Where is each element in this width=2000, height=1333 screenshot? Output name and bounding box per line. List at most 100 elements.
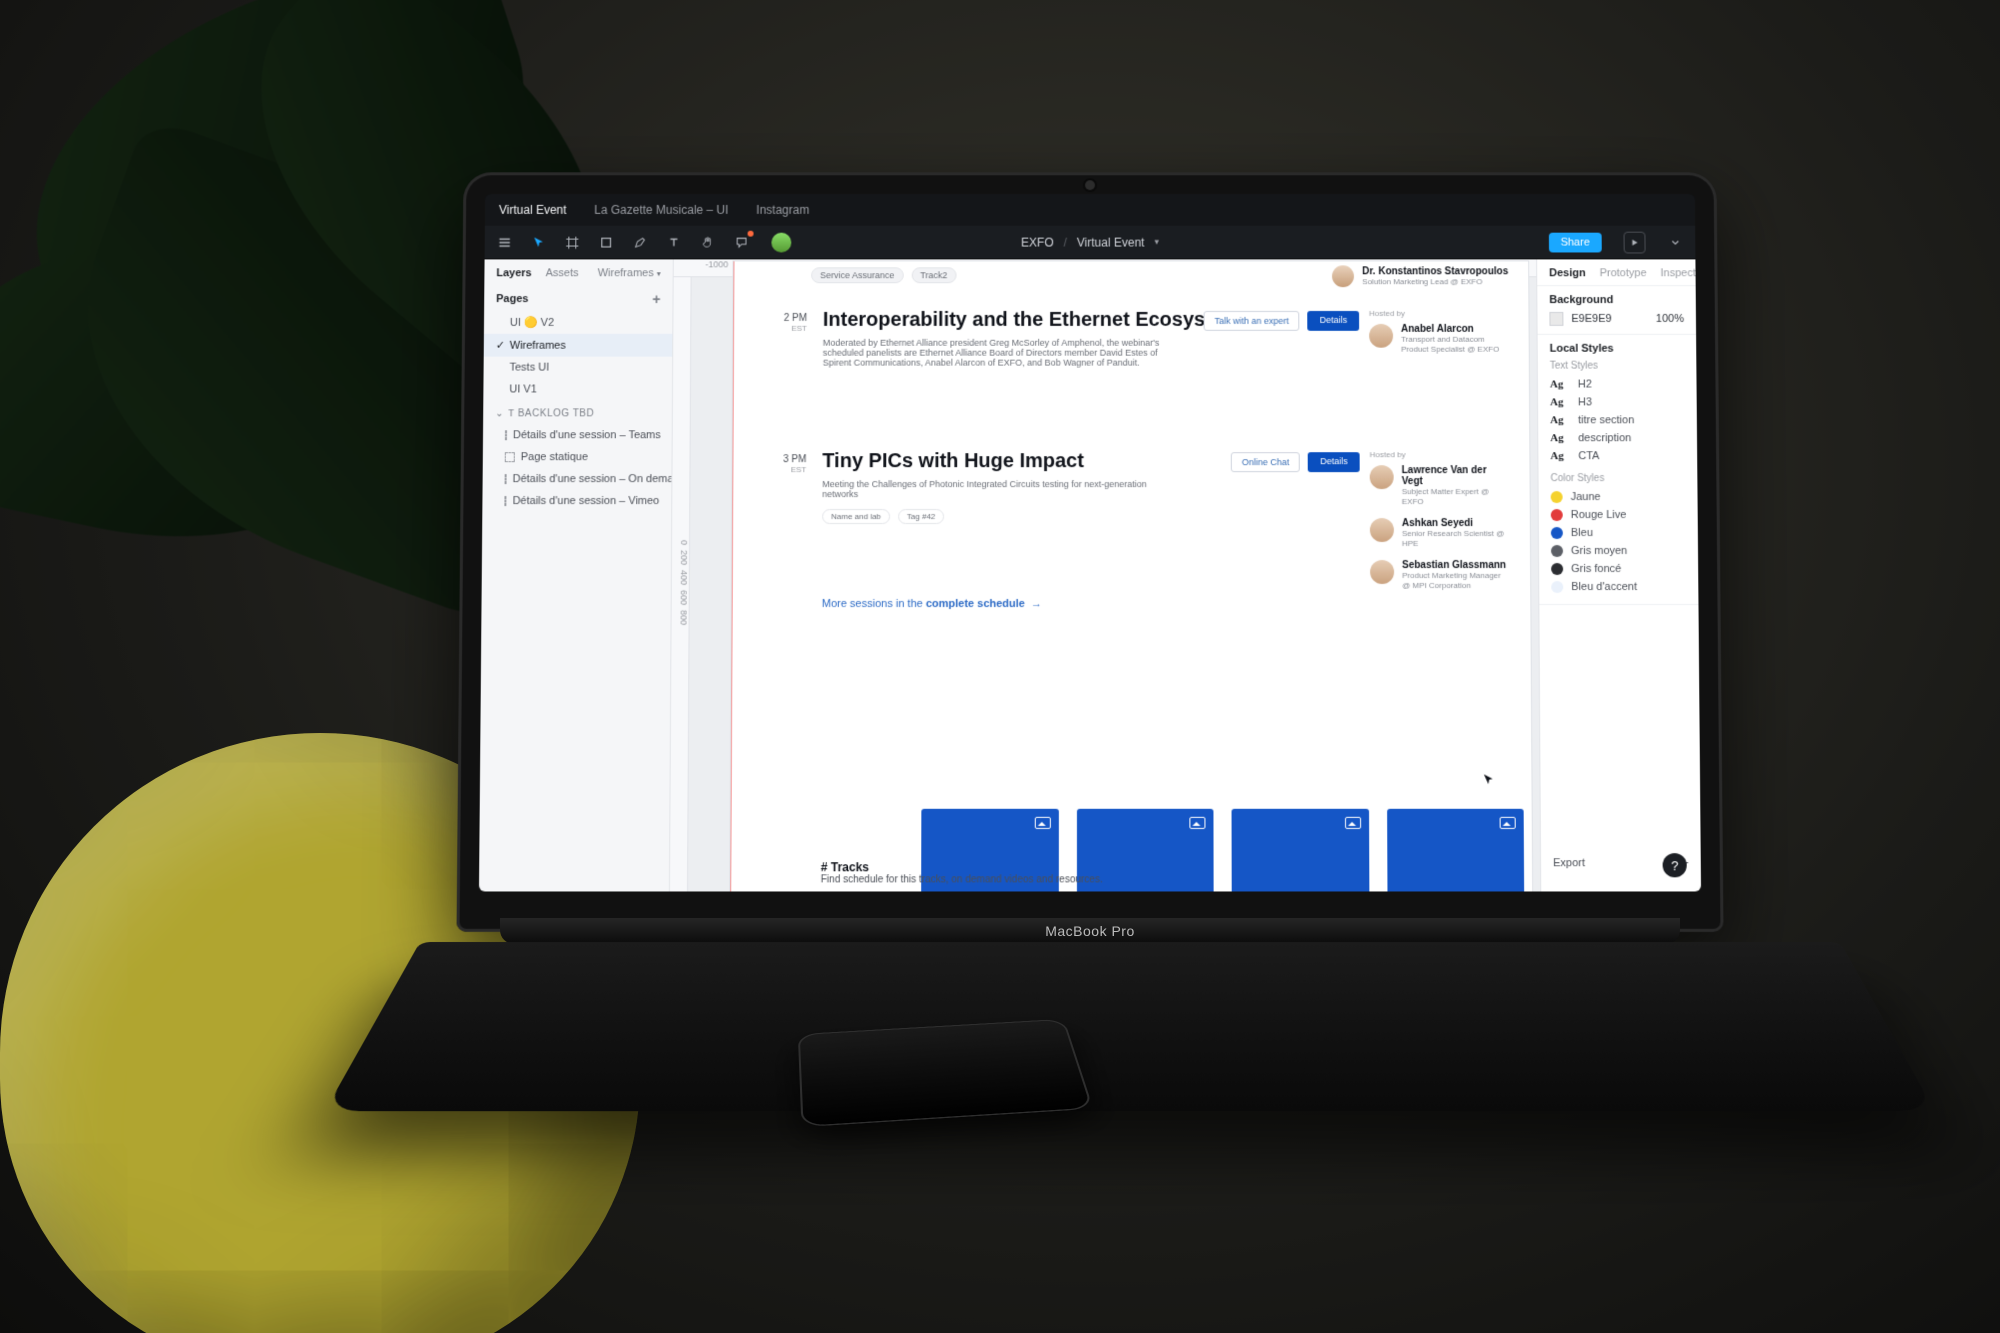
talk-expert-button[interactable]: Talk with an expert: [1204, 311, 1300, 331]
collaborator-avatar[interactable]: [771, 232, 791, 252]
tab-inspect[interactable]: Inspect: [1660, 267, 1695, 279]
hand-tool-icon[interactable]: [698, 232, 718, 252]
host-name: Ashkan Seyedi: [1402, 518, 1510, 529]
color-style-item[interactable]: Rouge Live: [1551, 506, 1686, 524]
laptop-lid: Virtual Event La Gazette Musicale – UI I…: [456, 172, 1723, 932]
share-button[interactable]: Share: [1549, 232, 1602, 252]
media-card[interactable]: [1387, 809, 1525, 892]
layer-item[interactable]: Détails d'une session – Vimeo: [482, 490, 671, 512]
online-chat-button[interactable]: Online Chat: [1231, 452, 1300, 472]
page-item[interactable]: UI 🟡 V2: [484, 311, 673, 334]
session-actions: Online Chat Details: [1231, 452, 1360, 472]
details-button[interactable]: Details: [1308, 311, 1359, 331]
page-item[interactable]: UI V1: [483, 379, 672, 401]
workspace: Layers Assets Wireframes ▾ Pages + UI 🟡 …: [479, 259, 1701, 891]
media-card[interactable]: [1232, 809, 1369, 892]
color-swatch: [1551, 563, 1563, 575]
color-swatch: [1551, 509, 1563, 521]
session-time: 2 PMEST: [771, 313, 807, 333]
shape-tool-icon[interactable]: [596, 232, 616, 252]
color-style-item[interactable]: Jaune: [1551, 488, 1686, 506]
background-hex[interactable]: E9E9E9: [1571, 313, 1611, 325]
layer-item[interactable]: Page statique: [483, 446, 672, 468]
artboard-tags: Service Assurance Track2: [811, 267, 956, 283]
text-style-item[interactable]: Agtitre section: [1550, 411, 1685, 429]
host-row: Lawrence Van der Vegt Subject Matter Exp…: [1370, 465, 1510, 506]
avatar: [1370, 518, 1394, 542]
tab-design[interactable]: Design: [1549, 267, 1586, 279]
image-icon: [1034, 817, 1050, 829]
webcam: [1085, 180, 1095, 190]
page-item[interactable]: Tests UI: [484, 357, 673, 379]
tracks-heading: # Tracks: [821, 860, 869, 874]
hosts-label: Hosted by: [1370, 450, 1510, 459]
text-styles-label: Text Styles: [1550, 361, 1685, 372]
color-style-item[interactable]: Bleu d'accent: [1551, 578, 1686, 596]
background-opacity[interactable]: 100%: [1656, 313, 1684, 325]
text-style-item[interactable]: AgH2: [1550, 376, 1685, 394]
text-style-item[interactable]: AgCTA: [1550, 447, 1685, 465]
image-icon: [1500, 817, 1516, 829]
tracks-block: # Tracks Find schedule for this tracks, …: [821, 860, 1103, 885]
details-button[interactable]: Details: [1308, 452, 1360, 472]
chevron-down-icon[interactable]: ▾: [1154, 237, 1159, 248]
right-panel: Design Prototype Inspect Background E9E9…: [1536, 259, 1701, 891]
text-style-item[interactable]: AgH3: [1550, 393, 1685, 411]
text-tool-icon[interactable]: [664, 232, 684, 252]
color-style-item[interactable]: Gris foncé: [1551, 560, 1686, 578]
page-item[interactable]: ✓Wireframes: [484, 334, 673, 357]
color-style-item[interactable]: Bleu: [1551, 524, 1686, 542]
host-role: Product Marketing Manager @ MPI Corporat…: [1402, 571, 1510, 590]
layer-group-header[interactable]: ⌄T BACKLOG TBD: [483, 400, 672, 424]
color-swatch[interactable]: [1549, 312, 1563, 326]
window-tab[interactable]: Instagram: [756, 203, 809, 217]
speaker-name: Dr. Konstantinos Stavropoulos: [1362, 266, 1508, 277]
local-styles-row: Local Styles Text Styles AgH2AgH3Agtitre…: [1538, 335, 1699, 605]
text-style-item[interactable]: Agdescription: [1550, 429, 1685, 447]
pages-section-header: Pages +: [484, 285, 672, 311]
tag[interactable]: Service Assurance: [811, 267, 903, 283]
host-name: Sebastian Glassmann: [1402, 560, 1510, 571]
window-tab[interactable]: Virtual Event: [499, 203, 567, 217]
canvas[interactable]: -1000-800-600-400-2000200400600800 0 200…: [670, 259, 1540, 891]
layer-item[interactable]: Détails d'une session – Teams: [483, 424, 672, 446]
host-name: Lawrence Van der Vegt: [1402, 465, 1510, 487]
frame-icon: [505, 430, 507, 440]
tag[interactable]: Name and lab: [822, 509, 890, 524]
laptop-hinge-label: MacBook Pro: [500, 918, 1680, 944]
add-page-button[interactable]: +: [652, 291, 660, 307]
laptop: Virtual Event La Gazette Musicale – UI I…: [460, 170, 1720, 1160]
window-tab[interactable]: La Gazette Musicale – UI: [594, 203, 728, 217]
host-role: Transport and Datacom Product Specialist…: [1401, 335, 1509, 354]
present-button[interactable]: [1624, 231, 1646, 253]
document-name: Virtual Event: [1077, 235, 1145, 249]
tag[interactable]: Track2: [911, 267, 956, 283]
right-panel-tabs: Design Prototype Inspect: [1537, 259, 1696, 286]
document-title[interactable]: EXFO / Virtual Event ▾: [1021, 235, 1159, 249]
avatar: [1332, 265, 1354, 287]
tag[interactable]: Tag #42: [898, 509, 944, 524]
menu-icon[interactable]: [495, 232, 515, 252]
pen-tool-icon[interactable]: [630, 232, 650, 252]
more-sessions-link[interactable]: More sessions in the complete schedule→: [822, 598, 1042, 610]
window-tabs: Virtual Event La Gazette Musicale – UI I…: [485, 194, 1695, 226]
zoom-menu[interactable]: [1665, 232, 1685, 252]
tab-layers[interactable]: Layers: [496, 267, 531, 279]
tab-prototype[interactable]: Prototype: [1600, 267, 1647, 279]
design-app: Virtual Event La Gazette Musicale – UI I…: [479, 194, 1701, 891]
artboard[interactable]: Service Assurance Track2 Dr. Konstantino…: [730, 261, 1532, 891]
frame-tool-icon[interactable]: [562, 232, 582, 252]
layer-item[interactable]: Détails d'une session – On deman…: [483, 468, 672, 490]
move-tool-icon[interactable]: [528, 232, 548, 252]
host-row: Ashkan Seyedi Senior Research Scientist …: [1370, 518, 1510, 548]
laptop-screen: Virtual Event La Gazette Musicale – UI I…: [479, 194, 1701, 891]
document-owner: EXFO: [1021, 235, 1054, 249]
session-card: 2 PMEST Interoperability and the Etherne…: [771, 309, 1509, 368]
page-selector[interactable]: Wireframes ▾: [598, 267, 661, 279]
cursor-icon: [1481, 773, 1495, 787]
color-style-item[interactable]: Gris moyen: [1551, 542, 1686, 560]
tab-assets[interactable]: Assets: [546, 267, 579, 279]
comment-tool-icon[interactable]: [732, 232, 752, 252]
help-button[interactable]: ?: [1663, 853, 1687, 877]
speaker-row: Dr. Konstantinos Stavropoulos Solution M…: [1332, 265, 1508, 287]
